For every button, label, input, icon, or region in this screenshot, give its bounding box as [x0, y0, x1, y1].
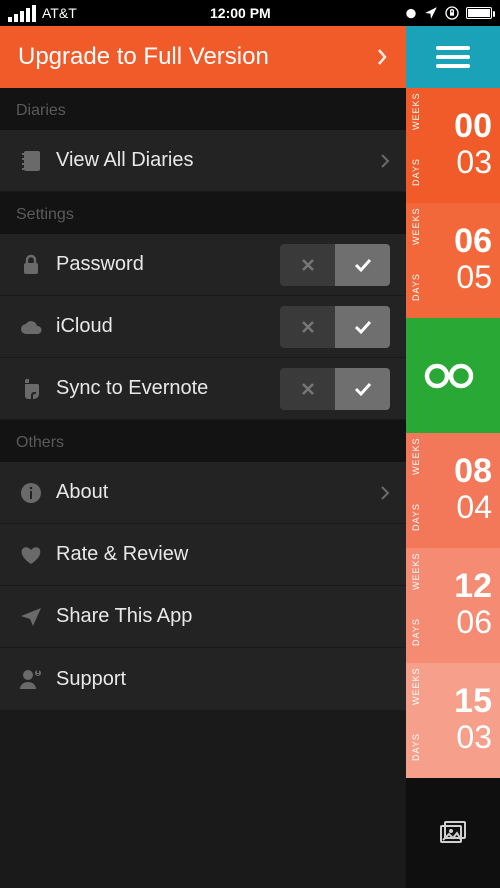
days-value: 03 — [456, 143, 492, 181]
lock-icon — [16, 254, 46, 276]
icloud-toggle[interactable] — [280, 306, 390, 348]
paper-plane-icon — [16, 607, 46, 627]
support-row[interactable]: Support — [0, 648, 406, 710]
weeks-label: WEEKS — [411, 552, 421, 590]
diary-tile[interactable]: WEEKS 15 DAYS 03 — [406, 663, 500, 778]
days-label: DAYS — [411, 273, 421, 301]
toggle-on-icon — [335, 306, 390, 348]
icloud-row: iCloud — [0, 296, 406, 358]
location-icon — [424, 6, 438, 20]
icloud-label: iCloud — [46, 315, 280, 338]
chevron-right-icon — [380, 153, 390, 169]
weeks-value: 06 — [454, 224, 492, 258]
diary-tile[interactable]: WEEKS 00 DAYS 03 — [406, 88, 500, 203]
battery-icon — [466, 7, 492, 19]
diary-icon — [16, 149, 46, 173]
evernote-row: Sync to Evernote — [0, 358, 406, 420]
main-panel: Upgrade to Full Version Diaries View All… — [0, 26, 406, 888]
weeks-value: 12 — [454, 569, 492, 603]
chevron-right-icon — [376, 48, 388, 66]
days-label: DAYS — [411, 503, 421, 531]
view-all-diaries-row[interactable]: View All Diaries — [0, 130, 406, 192]
status-bar: AT&T 12:00 PM — [0, 0, 500, 26]
days-value: 05 — [456, 258, 492, 296]
weeks-label: WEEKS — [411, 437, 421, 475]
password-label: Password — [46, 253, 280, 276]
alarm-icon — [404, 6, 418, 20]
rate-row[interactable]: Rate & Review — [0, 524, 406, 586]
upgrade-banner[interactable]: Upgrade to Full Version — [0, 26, 406, 88]
days-label: DAYS — [411, 158, 421, 186]
support-label: Support — [46, 668, 390, 691]
weeks-label: WEEKS — [411, 92, 421, 130]
upgrade-label: Upgrade to Full Version — [18, 43, 376, 71]
chevron-right-icon — [380, 485, 390, 501]
toggle-off-icon — [280, 306, 335, 348]
days-value: 06 — [456, 603, 492, 641]
toggle-on-icon — [335, 368, 390, 410]
status-time: 12:00 PM — [77, 5, 404, 21]
photos-icon — [438, 820, 468, 846]
password-toggle[interactable] — [280, 244, 390, 286]
cloud-icon — [16, 318, 46, 336]
evernote-icon — [16, 377, 46, 401]
right-rail: WEEKS00DAYS03WEEKS06DAYS05WEEKS08DAYS04W… — [406, 26, 500, 888]
photos-button[interactable] — [406, 778, 500, 888]
diary-tile[interactable]: WEEKS 06 DAYS 05 — [406, 203, 500, 318]
about-label: About — [46, 481, 380, 504]
infinity-icon — [421, 361, 477, 391]
support-icon — [16, 668, 46, 690]
days-value: 04 — [456, 488, 492, 526]
hamburger-icon — [436, 46, 470, 68]
hamburger-button[interactable] — [406, 26, 500, 88]
signal-icon — [8, 5, 36, 22]
share-label: Share This App — [46, 605, 390, 628]
weeks-value: 15 — [454, 684, 492, 718]
orientation-lock-icon — [444, 5, 460, 21]
diary-tile-infinity[interactable] — [406, 318, 500, 433]
diary-tile[interactable]: WEEKS 08 DAYS 04 — [406, 433, 500, 548]
section-settings-title: Settings — [0, 192, 406, 234]
info-icon — [16, 482, 46, 504]
heart-icon — [16, 545, 46, 565]
weeks-label: WEEKS — [411, 667, 421, 705]
toggle-off-icon — [280, 368, 335, 410]
view-all-diaries-label: View All Diaries — [46, 149, 380, 172]
carrier-label: AT&T — [42, 5, 77, 21]
days-value: 03 — [456, 718, 492, 756]
days-label: DAYS — [411, 733, 421, 761]
weeks-value: 08 — [454, 454, 492, 488]
diary-tile[interactable]: WEEKS 12 DAYS 06 — [406, 548, 500, 663]
toggle-on-icon — [335, 244, 390, 286]
weeks-value: 00 — [454, 109, 492, 143]
about-row[interactable]: About — [0, 462, 406, 524]
days-label: DAYS — [411, 618, 421, 646]
section-others-title: Others — [0, 420, 406, 462]
evernote-toggle[interactable] — [280, 368, 390, 410]
toggle-off-icon — [280, 244, 335, 286]
password-row: Password — [0, 234, 406, 296]
share-row[interactable]: Share This App — [0, 586, 406, 648]
evernote-label: Sync to Evernote — [46, 377, 280, 400]
rate-label: Rate & Review — [46, 543, 390, 566]
weeks-label: WEEKS — [411, 207, 421, 245]
section-diaries-title: Diaries — [0, 88, 406, 130]
